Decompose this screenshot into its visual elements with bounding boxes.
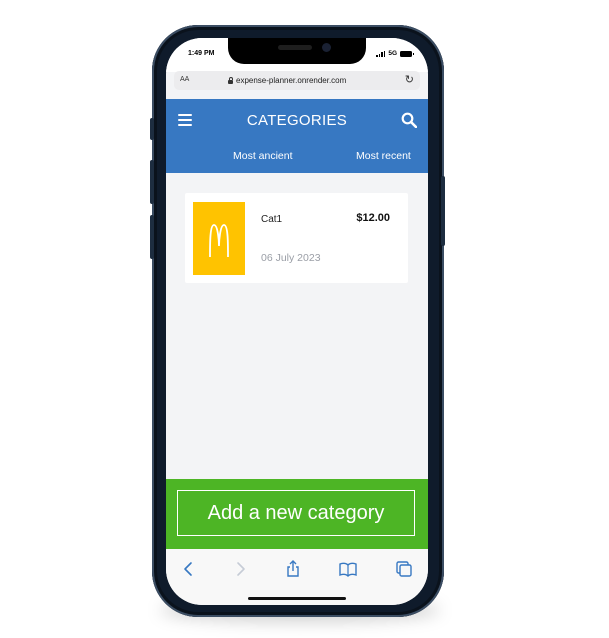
front-camera <box>322 43 331 52</box>
text-size-button[interactable]: AA <box>180 76 189 83</box>
tabs-icon[interactable] <box>394 559 414 579</box>
home-indicator <box>248 597 346 600</box>
speaker-grille <box>278 45 312 50</box>
phone-volume-down <box>150 215 154 259</box>
page-title: CATEGORIES <box>246 112 348 129</box>
category-date: 06 July 2023 <box>261 252 321 264</box>
footer-bar: Add a new category <box>166 479 428 549</box>
share-icon[interactable] <box>283 559 303 579</box>
category-card[interactable]: Cat1 $12.00 06 July 2023 <box>185 193 408 283</box>
app-header: CATEGORIES Most ancient Most recent <box>166 99 428 173</box>
category-name: Cat1 <box>261 214 283 225</box>
phone-power-button <box>441 176 445 246</box>
phone-mute-switch <box>150 118 154 140</box>
phone-screen: 1:49 PM 5G AA expense-planner.onrender.c… <box>166 38 428 605</box>
status-time: 1:49 PM <box>188 50 215 57</box>
add-category-button[interactable]: Add a new category <box>177 490 415 536</box>
back-icon[interactable] <box>179 559 199 579</box>
category-amount: $12.00 <box>356 212 390 224</box>
phone-volume-up <box>150 160 154 204</box>
sort-most-recent[interactable]: Most recent <box>356 150 411 162</box>
sort-most-ancient[interactable]: Most ancient <box>233 150 293 162</box>
browser-address-bar[interactable]: AA expense-planner.onrender.com ↻ <box>174 71 420 90</box>
signal-icon <box>376 50 386 57</box>
lock-icon <box>228 76 233 84</box>
network-label: 5G <box>388 50 397 57</box>
browser-toolbar <box>166 549 428 605</box>
search-icon[interactable] <box>401 112 417 128</box>
url-display[interactable]: expense-planner.onrender.com <box>228 76 346 85</box>
bookmarks-icon[interactable] <box>338 559 358 579</box>
phone-notch <box>228 38 366 64</box>
forward-icon[interactable] <box>230 559 250 579</box>
battery-icon <box>400 50 414 57</box>
url-text: expense-planner.onrender.com <box>236 76 347 85</box>
mcdonalds-logo-icon <box>193 202 245 275</box>
reload-icon[interactable]: ↻ <box>405 73 414 86</box>
status-indicators: 5G <box>376 50 414 57</box>
